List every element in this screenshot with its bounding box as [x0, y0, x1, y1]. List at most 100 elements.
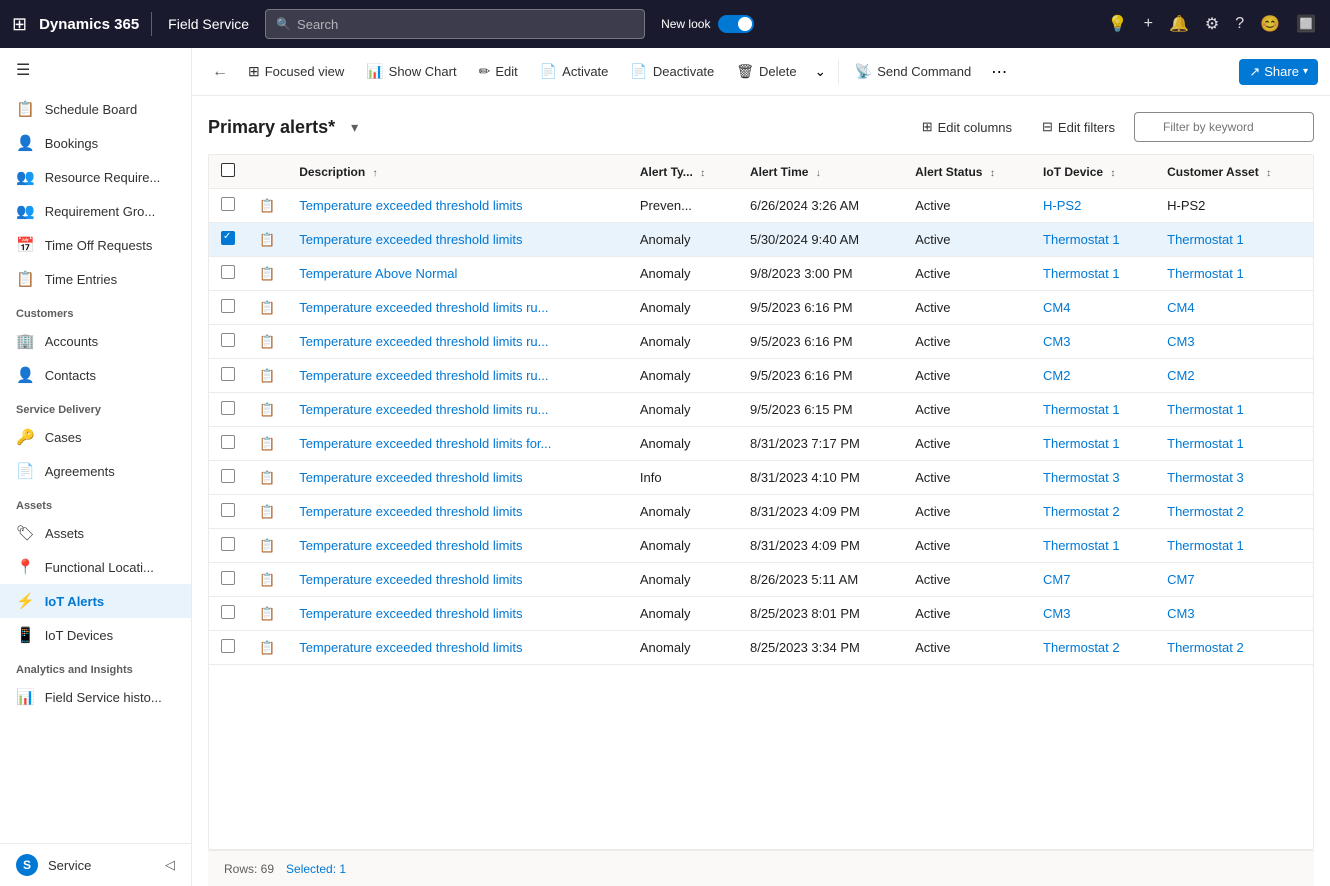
- sidebar-item-schedule-board[interactable]: 📋 Schedule Board: [0, 92, 191, 126]
- iot-device-header[interactable]: IoT Device ↕: [1031, 155, 1155, 189]
- description-link[interactable]: Temperature exceeded threshold limits ru…: [299, 402, 548, 417]
- customer-asset-cell[interactable]: CM7: [1155, 563, 1313, 597]
- row-checkbox[interactable]: [221, 299, 235, 313]
- iot-device-link[interactable]: Thermostat 1: [1043, 538, 1120, 553]
- sidebar-item-contacts[interactable]: 👤 Contacts: [0, 358, 191, 392]
- description-cell[interactable]: Temperature exceeded threshold limits ru…: [287, 291, 628, 325]
- iot-device-cell[interactable]: Thermostat 1: [1031, 393, 1155, 427]
- description-link[interactable]: Temperature exceeded threshold limits: [299, 198, 522, 213]
- description-cell[interactable]: Temperature exceeded threshold limits ru…: [287, 325, 628, 359]
- customer-asset-link[interactable]: Thermostat 1: [1167, 232, 1244, 247]
- customer-asset-cell[interactable]: Thermostat 1: [1155, 223, 1313, 257]
- row-checkbox[interactable]: [221, 571, 235, 585]
- iot-device-link[interactable]: CM3: [1043, 334, 1070, 349]
- iot-device-link[interactable]: CM7: [1043, 572, 1070, 587]
- iot-device-cell[interactable]: CM3: [1031, 325, 1155, 359]
- description-cell[interactable]: Temperature exceeded threshold limits: [287, 563, 628, 597]
- search-input[interactable]: [297, 17, 634, 32]
- customer-asset-cell[interactable]: CM4: [1155, 291, 1313, 325]
- grid-title-chevron[interactable]: ▾: [351, 119, 358, 136]
- sidebar-bottom-service[interactable]: S Service ◁: [0, 844, 191, 886]
- customer-asset-link[interactable]: Thermostat 1: [1167, 266, 1244, 281]
- iot-device-cell[interactable]: Thermostat 1: [1031, 257, 1155, 291]
- row-checkbox-cell[interactable]: [209, 257, 247, 291]
- more-actions-chevron[interactable]: ⌄: [809, 59, 832, 85]
- row-checkbox[interactable]: [221, 265, 235, 279]
- delete-button[interactable]: 🗑 Delete: [726, 58, 806, 85]
- customer-asset-link[interactable]: CM7: [1167, 572, 1194, 587]
- row-checkbox-cell[interactable]: [209, 631, 247, 665]
- customer-asset-cell[interactable]: Thermostat 2: [1155, 631, 1313, 665]
- new-look-toggle[interactable]: [718, 15, 754, 33]
- description-cell[interactable]: Temperature exceeded threshold limits: [287, 223, 628, 257]
- add-icon[interactable]: +: [1138, 9, 1159, 39]
- row-checkbox-cell[interactable]: [209, 325, 247, 359]
- activate-button[interactable]: 📄 Activate: [530, 58, 619, 85]
- iot-device-cell[interactable]: CM4: [1031, 291, 1155, 325]
- customer-asset-cell[interactable]: Thermostat 1: [1155, 257, 1313, 291]
- iot-device-cell[interactable]: Thermostat 2: [1031, 495, 1155, 529]
- description-cell[interactable]: Temperature exceeded threshold limits: [287, 631, 628, 665]
- iot-device-link[interactable]: Thermostat 1: [1043, 266, 1120, 281]
- description-cell[interactable]: Temperature Above Normal: [287, 257, 628, 291]
- customer-asset-link[interactable]: Thermostat 2: [1167, 504, 1244, 519]
- customer-asset-cell[interactable]: CM2: [1155, 359, 1313, 393]
- description-link[interactable]: Temperature exceeded threshold limits: [299, 640, 522, 655]
- row-checkbox-cell[interactable]: [209, 597, 247, 631]
- description-link[interactable]: Temperature exceeded threshold limits: [299, 232, 522, 247]
- filter-input[interactable]: [1134, 112, 1314, 142]
- row-checkbox[interactable]: [221, 231, 235, 245]
- sidebar-item-bookings[interactable]: 👤 Bookings: [0, 126, 191, 160]
- customer-asset-link[interactable]: Thermostat 1: [1167, 436, 1244, 451]
- customer-asset-cell[interactable]: Thermostat 1: [1155, 427, 1313, 461]
- sidebar-item-requirement-gro[interactable]: 👥 Requirement Gro...: [0, 194, 191, 228]
- select-all-header[interactable]: [209, 155, 247, 189]
- customer-asset-link[interactable]: Thermostat 1: [1167, 538, 1244, 553]
- sidebar-item-accounts[interactable]: 🏢 Accounts: [0, 324, 191, 358]
- iot-device-cell[interactable]: CM2: [1031, 359, 1155, 393]
- row-checkbox-cell[interactable]: [209, 461, 247, 495]
- description-link[interactable]: Temperature exceeded threshold limits ru…: [299, 368, 548, 383]
- row-checkbox-cell[interactable]: [209, 563, 247, 597]
- sidebar-item-functional-locati[interactable]: 📍 Functional Locati...: [0, 550, 191, 584]
- description-header[interactable]: Description ↑: [287, 155, 628, 189]
- description-cell[interactable]: Temperature exceeded threshold limits fo…: [287, 427, 628, 461]
- description-link[interactable]: Temperature exceeded threshold limits ru…: [299, 300, 548, 315]
- sidebar-hamburger[interactable]: ☰: [0, 48, 191, 92]
- customer-asset-cell[interactable]: CM3: [1155, 325, 1313, 359]
- customer-asset-cell[interactable]: Thermostat 2: [1155, 495, 1313, 529]
- iot-device-cell[interactable]: Thermostat 3: [1031, 461, 1155, 495]
- sidebar-item-iot-devices[interactable]: 📱 IoT Devices: [0, 618, 191, 652]
- customer-asset-cell[interactable]: Thermostat 1: [1155, 529, 1313, 563]
- edit-filters-button[interactable]: ⊟ Edit filters: [1031, 113, 1126, 141]
- row-checkbox-cell[interactable]: [209, 189, 247, 223]
- sidebar-item-time-off[interactable]: 📅 Time Off Requests: [0, 228, 191, 262]
- send-command-button[interactable]: 📡 Send Command: [845, 58, 981, 85]
- iot-device-cell[interactable]: Thermostat 1: [1031, 529, 1155, 563]
- description-cell[interactable]: Temperature exceeded threshold limits: [287, 597, 628, 631]
- row-checkbox[interactable]: [221, 333, 235, 347]
- row-checkbox[interactable]: [221, 435, 235, 449]
- customer-asset-link[interactable]: Thermostat 2: [1167, 640, 1244, 655]
- row-checkbox-cell[interactable]: [209, 393, 247, 427]
- description-cell[interactable]: Temperature exceeded threshold limits ru…: [287, 393, 628, 427]
- iot-device-cell[interactable]: CM3: [1031, 597, 1155, 631]
- alert-time-header[interactable]: Alert Time ↓: [738, 155, 903, 189]
- customer-asset-link[interactable]: Thermostat 3: [1167, 470, 1244, 485]
- description-link[interactable]: Temperature exceeded threshold limits fo…: [299, 436, 551, 451]
- row-checkbox[interactable]: [221, 469, 235, 483]
- sidebar-item-resource-require[interactable]: 👥 Resource Require...: [0, 160, 191, 194]
- search-bar[interactable]: 🔍: [265, 9, 645, 39]
- iot-device-link[interactable]: Thermostat 1: [1043, 402, 1120, 417]
- iot-device-link[interactable]: CM2: [1043, 368, 1070, 383]
- show-chart-button[interactable]: 📊 Show Chart: [356, 58, 466, 85]
- more-dots-button[interactable]: ⋯: [983, 57, 1015, 87]
- deactivate-button[interactable]: 📄 Deactivate: [620, 58, 724, 85]
- description-cell[interactable]: Temperature exceeded threshold limits: [287, 461, 628, 495]
- help-icon[interactable]: ?: [1229, 9, 1250, 39]
- description-link[interactable]: Temperature exceeded threshold limits: [299, 470, 522, 485]
- description-cell[interactable]: Temperature exceeded threshold limits ru…: [287, 359, 628, 393]
- iot-device-cell[interactable]: CM7: [1031, 563, 1155, 597]
- apps-icon[interactable]: ⊞: [8, 10, 31, 39]
- iot-device-link[interactable]: CM4: [1043, 300, 1070, 315]
